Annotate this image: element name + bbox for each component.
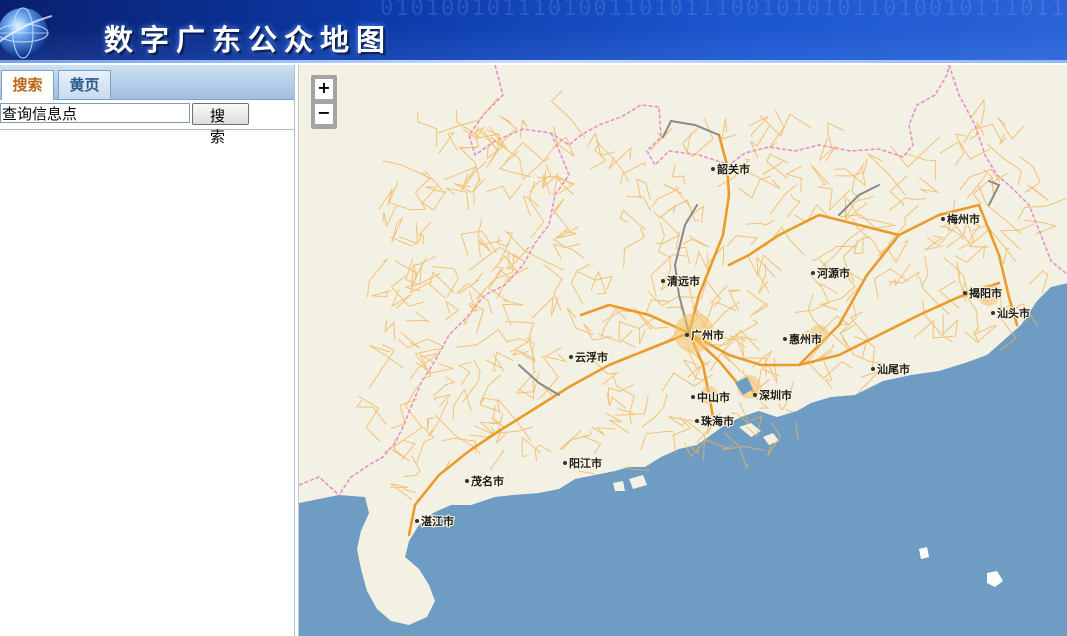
search-button[interactable]: 搜 索 (192, 103, 249, 146)
city-label[interactable]: 中山市 (696, 389, 731, 405)
city-marker (691, 395, 695, 399)
city-label[interactable]: 揭阳市 (968, 285, 1003, 301)
city-label[interactable]: 汕尾市 (876, 361, 911, 377)
header-banner: 0101001011101001101011100101010110100101… (0, 0, 1067, 63)
city-label[interactable]: 云浮市 (574, 349, 609, 365)
city-label[interactable]: 梅州市 (946, 211, 981, 227)
city-marker (569, 355, 573, 359)
city-marker (811, 271, 815, 275)
city-label[interactable]: 广州市 (690, 327, 725, 343)
city-label[interactable]: 深圳市 (758, 387, 793, 403)
city-marker (695, 419, 699, 423)
city-label[interactable]: 汕头市 (996, 305, 1031, 321)
globe-icon (0, 7, 52, 59)
sidebar-panel: 搜索 黄页 搜 索 (0, 65, 295, 636)
city-marker (711, 167, 715, 171)
city-marker (963, 291, 967, 295)
city-marker (941, 217, 945, 221)
tab-search[interactable]: 搜索 (1, 70, 54, 100)
tab-yellow-pages[interactable]: 黄页 (58, 70, 111, 99)
search-bar: 搜 索 (0, 100, 294, 146)
city-marker (661, 279, 665, 283)
city-label[interactable]: 河源市 (816, 265, 851, 281)
map-view[interactable]: 韶关市梅州市清远市 河源市揭阳市汕头市广州市 惠州市云浮市汕尾市中山市 深圳市珠海市阳… (298, 65, 1067, 636)
city-marker (685, 333, 689, 337)
search-input[interactable] (0, 103, 190, 123)
city-marker (991, 311, 995, 315)
zoom-in-button[interactable]: + (315, 79, 333, 99)
zoom-out-button[interactable]: − (315, 104, 333, 124)
city-label[interactable]: 珠海市 (700, 413, 735, 429)
city-marker (871, 367, 875, 371)
city-marker (465, 479, 469, 483)
app-title: 数字广东公众地图 (104, 23, 393, 57)
city-marker (783, 337, 787, 341)
city-marker (753, 393, 757, 397)
city-label[interactable]: 茂名市 (470, 473, 505, 489)
header-divider (0, 60, 1067, 63)
city-marker (563, 461, 567, 465)
city-label[interactable]: 阳江市 (568, 455, 603, 471)
map-canvas[interactable]: 韶关市梅州市清远市 河源市揭阳市汕头市广州市 惠州市云浮市汕尾市中山市 深圳市珠海市阳… (299, 65, 1067, 636)
city-label[interactable]: 湛江市 (420, 513, 455, 529)
city-label[interactable]: 清远市 (666, 273, 701, 289)
zoom-control: + − (311, 75, 337, 129)
city-marker (415, 519, 419, 523)
city-label[interactable]: 惠州市 (788, 331, 823, 347)
city-label[interactable]: 韶关市 (716, 161, 751, 177)
binary-decoration: 0101001011101001101011100101010110100101… (380, 0, 1067, 21)
sidebar-tabbar: 搜索 黄页 (0, 65, 294, 100)
